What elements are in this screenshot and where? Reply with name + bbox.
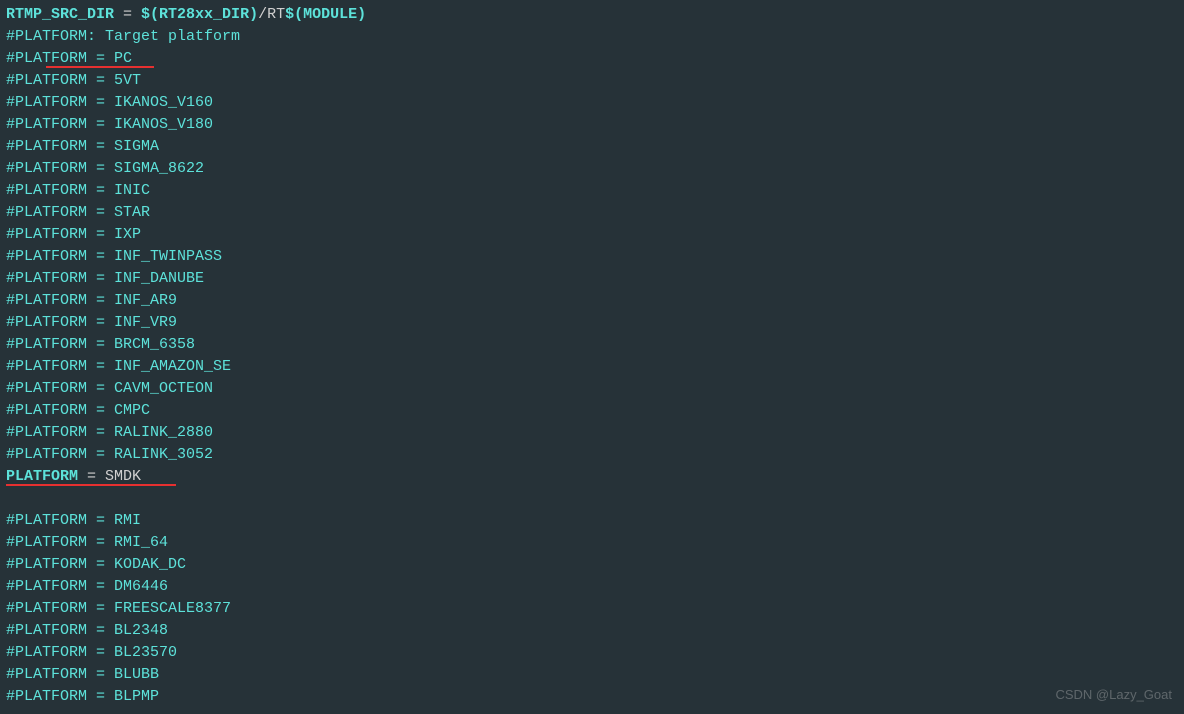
platform-comment: #PLATFORM = BL2348: [6, 620, 1178, 642]
platform-comment: #PLATFORM = INF_VR9: [6, 312, 1178, 334]
platform-var: PLATFORM: [6, 468, 78, 485]
platform-comment: #PLATFORM = IKANOS_V160: [6, 92, 1178, 114]
platform-comment: #PLATFORM = FREESCALE8377: [6, 598, 1178, 620]
platform-comment: #PLATFORM = 5VT: [6, 70, 1178, 92]
platform-comment: #PLATFORM = DM6446: [6, 576, 1178, 598]
platform-comment: #PLATFORM = BL23570: [6, 642, 1178, 664]
red-underline: [6, 484, 176, 486]
platform-val: = SMDK: [78, 468, 141, 485]
platform-comment: #PLATFORM = RMI_64: [6, 532, 1178, 554]
comment-header: #PLATFORM: Target platform: [6, 26, 1178, 48]
platform-comment: #PLATFORM = IXP: [6, 224, 1178, 246]
platform-comment: #PLATFORM = BRCM_6358: [6, 334, 1178, 356]
var-name: RTMP_SRC_DIR: [6, 6, 114, 23]
code-line-assignment: RTMP_SRC_DIR = $(RT28xx_DIR)/RT$(MODULE): [6, 4, 1178, 26]
equals: =: [114, 6, 141, 23]
platform-comment: #PLATFORM = BLPMP: [6, 686, 1178, 708]
platform-comment: #PLATFORM = SIGMA: [6, 136, 1178, 158]
csdn-watermark: CSDN @Lazy_Goat: [1055, 684, 1172, 706]
platform-comment: #PLATFORM = INF_AMAZON_SE: [6, 356, 1178, 378]
platform-comment: #PLATFORM = INF_TWINPASS: [6, 246, 1178, 268]
path-sep: /RT: [258, 6, 285, 23]
platform-comment: #PLATFORM = KODAK_DC: [6, 554, 1178, 576]
platform-comment: #PLATFORM = CMPC: [6, 400, 1178, 422]
red-underline: [46, 66, 154, 68]
platform-comment: #PLATFORM = BLUBB: [6, 664, 1178, 686]
platform-comment: #PLATFORM = CAVM_OCTEON: [6, 378, 1178, 400]
platform-comment: #PLATFORM = RMI: [6, 510, 1178, 532]
platform-comment: #PLATFORM = SIGMA_8622: [6, 158, 1178, 180]
platform-comment: #PLATFORM = INF_AR9: [6, 290, 1178, 312]
platform-comment: #PLATFORM = INF_DANUBE: [6, 268, 1178, 290]
platform-comment: #PLATFORM = PC: [6, 48, 1178, 70]
platform-comment: #PLATFORM = STAR: [6, 202, 1178, 224]
var-ref: $(RT28xx_DIR): [141, 6, 258, 23]
platform-comment: #PLATFORM = RALINK_2880: [6, 422, 1178, 444]
var-ref2: $(MODULE): [285, 6, 366, 23]
platform-comment: #PLATFORM = IKANOS_V180: [6, 114, 1178, 136]
platform-comment: #PLATFORM = RALINK_3052: [6, 444, 1178, 466]
platform-comment: #PLATFORM = INIC: [6, 180, 1178, 202]
active-platform-line: PLATFORM = SMDK: [6, 466, 1178, 510]
